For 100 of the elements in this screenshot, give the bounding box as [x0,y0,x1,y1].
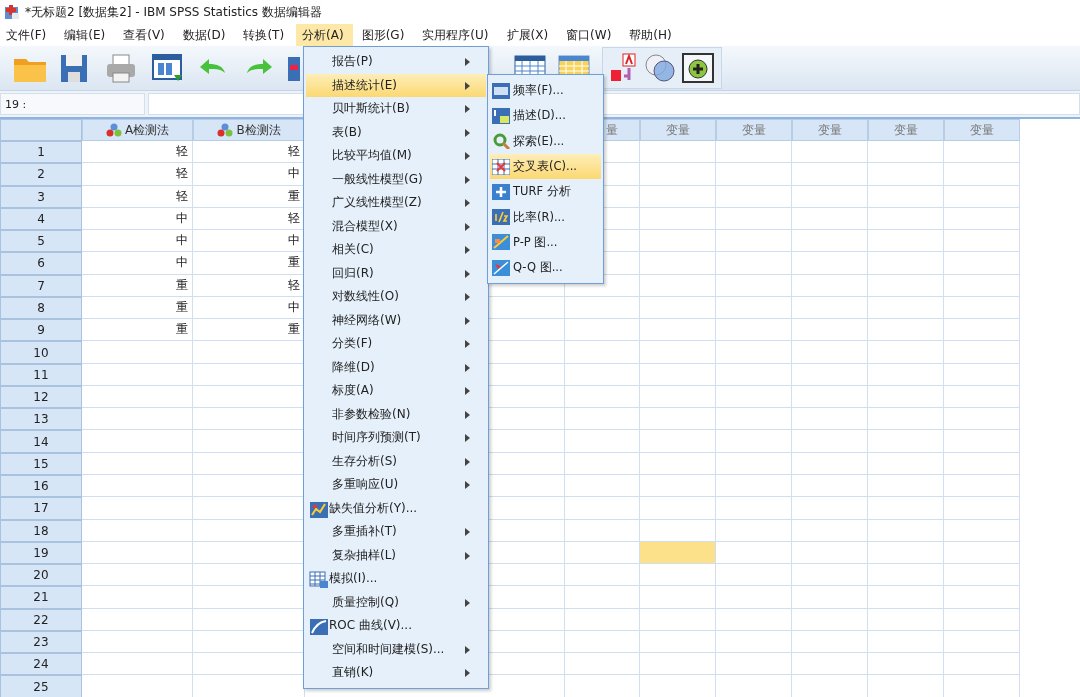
row-number[interactable]: 4 [0,207,82,231]
window-title: *无标题2 [数据集2] - IBM SPSS Statistics 数据编辑器 [25,3,322,21]
column-label: A检测法 [124,121,170,139]
magnifier-icon [492,133,510,150]
menu-item[interactable]: 混合模型(X) [306,214,486,238]
table-cell: 轻 [82,185,193,208]
menu-item[interactable]: 标度(A) [306,379,486,403]
menu-item[interactable]: 描述(D)... [490,103,601,129]
row-number[interactable]: 17 [0,497,82,520]
row-number[interactable]: 7 [0,274,82,297]
menu-item[interactable]: P-P 图... [490,229,601,256]
menu-item[interactable]: 探索(E)... [490,128,601,154]
menu-item[interactable]: 直销(K) [306,661,486,685]
menu-item[interactable]: 质量控制(Q) [306,590,486,614]
add-icon[interactable] [681,52,715,84]
menu-item[interactable]: 描述统计(E) [306,73,486,97]
submenu-arrow-icon [465,387,470,395]
row-number[interactable]: 16 [0,475,82,498]
menu-item[interactable]: 空间和时间建模(S)... [306,637,486,661]
menu-item[interactable]: 分类(F) [306,332,486,356]
row-number[interactable]: 5 [0,230,82,253]
selected-cell[interactable] [640,541,716,565]
row-number[interactable]: 12 [0,385,82,409]
submenu-arrow-icon [465,222,470,231]
menu-item[interactable]: 转换(T) [237,24,294,46]
submenu-arrow-icon [465,269,470,278]
row-number[interactable]: 14 [0,430,82,453]
column-label: 变量 [742,121,766,139]
menu-item[interactable]: 相关(C) [306,238,486,262]
row-number[interactable]: 19 [0,541,82,565]
menu-item[interactable]: 比较平均值(M) [306,144,486,168]
column-label: 变量 [666,121,690,139]
row-number[interactable]: 13 [0,408,82,431]
menu-item[interactable]: 复杂抽样(L) [306,543,486,567]
submenu-arrow-icon [465,293,470,301]
row-number[interactable]: 24 [0,653,82,676]
circles-icon[interactable] [643,52,677,84]
menu-item[interactable]: 生存分析(S) [306,449,486,473]
row-number[interactable]: 11 [0,363,82,386]
grid-icon [309,571,329,589]
row-number[interactable]: 10 [0,341,82,364]
row-number[interactable]: 6 [0,252,82,275]
row-number[interactable]: 23 [0,630,82,654]
nominal-icon [105,123,122,137]
menu-item[interactable]: 模拟(I)... [306,567,486,591]
row-number[interactable]: 3 [0,185,82,208]
menu-item[interactable]: Q-Q 图... [490,255,601,281]
nominal-icon [217,123,234,137]
menu-item[interactable]: 窗口(W) [560,24,621,46]
menu-item[interactable]: 对数线性(O) [306,285,486,309]
menu-item[interactable]: 文件(F) [0,24,56,46]
row-number[interactable]: 9 [0,319,82,342]
menu-item[interactable]: 时间序列预测(T) [306,426,486,450]
submenu-arrow-icon [465,410,470,419]
menu-item[interactable]: 比率(R)... [490,204,601,230]
menu-item[interactable]: TURF 分析 [490,179,601,205]
menu-item[interactable]: 缺失值分析(Y)... [306,496,486,520]
menu-item[interactable]: 神经网络(W) [306,308,486,332]
menu-item[interactable]: 广义线性模型(Z) [306,191,486,215]
submenu-arrow-icon [465,363,470,372]
submenu-arrow-icon [465,340,470,348]
row-number[interactable]: 8 [0,296,82,320]
menu-item[interactable]: 图形(G) [355,24,414,46]
menu-item[interactable]: 数据(D) [176,24,235,46]
menu-item[interactable]: 一般线性模型(G) [306,167,486,191]
menu-item[interactable]: 编辑(E) [58,24,115,46]
print-icon[interactable] [104,51,138,85]
menu-item[interactable]: 扩展(X) [500,24,558,46]
menu-item[interactable]: 分析(A) [296,24,353,46]
row-number[interactable]: 18 [0,519,82,542]
menu-item[interactable]: 降维(D) [306,355,486,379]
menu-item[interactable]: 频率(F)... [490,78,601,104]
menu-item[interactable]: 多重响应(U) [306,473,486,497]
menu-item[interactable]: 实用程序(U) [416,24,498,46]
menu-item[interactable]: 帮助(H) [623,24,681,46]
submenu-arrow-icon [465,669,470,677]
submenu-arrow-icon [465,528,470,536]
column-label: 变量 [818,121,842,139]
submenu-arrow-icon [465,481,470,489]
menu-item[interactable]: ROC 曲线(V)... [306,614,486,638]
menu-item[interactable]: 查看(V) [117,24,174,46]
menu-item[interactable]: 报告(P) [306,50,486,74]
value-labels-icon[interactable] [609,52,639,84]
menu-item[interactable]: 多重插补(T) [306,520,486,544]
row-number[interactable]: 1 [0,141,82,164]
submenu-arrow-icon [465,58,470,66]
row-number[interactable]: 2 [0,163,82,186]
menu-item[interactable]: 非参数检验(N) [306,402,486,426]
row-number[interactable]: 20 [0,564,82,587]
fraction-icon [492,209,510,226]
row-number[interactable]: 15 [0,452,82,475]
menu-item[interactable]: 回归(R) [306,261,486,285]
menu-item[interactable]: 贝叶斯统计(B) [306,97,486,121]
menu-item[interactable]: 表(B) [306,120,486,144]
row-number[interactable]: 25 [0,675,82,697]
menu-item[interactable]: 交叉表(C)... [490,153,601,180]
row-number[interactable]: 21 [0,586,82,609]
row-number[interactable]: 22 [0,608,82,631]
plus-icon [492,183,510,200]
plot-icon [492,259,510,276]
